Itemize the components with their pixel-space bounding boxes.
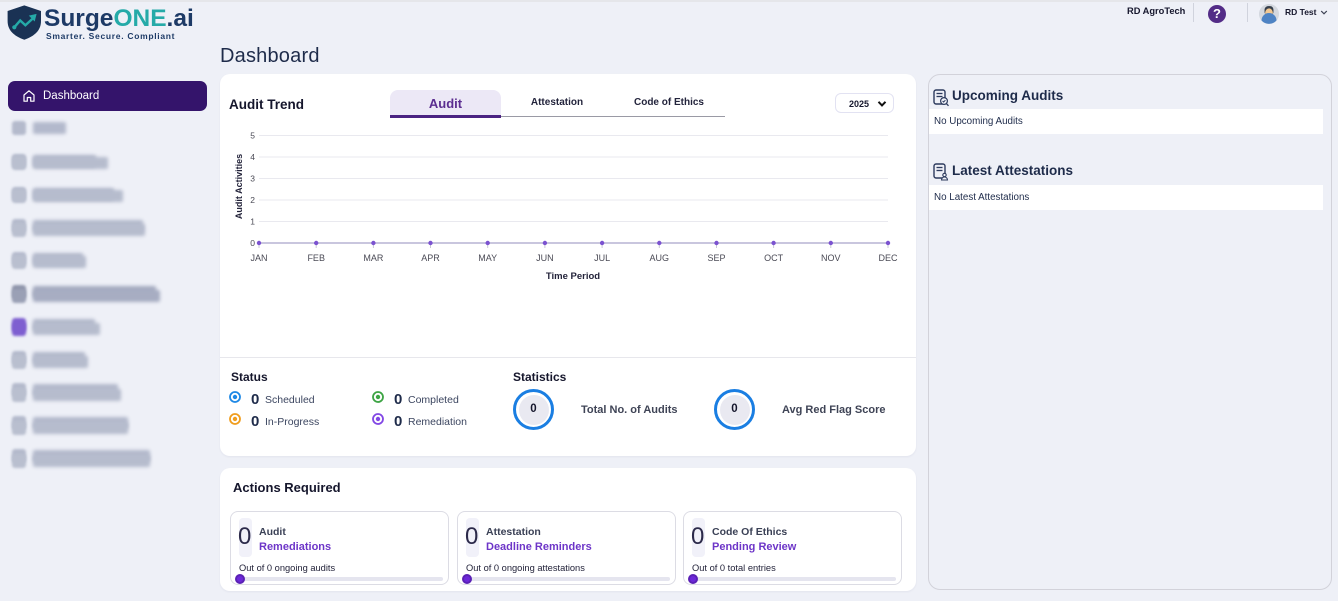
svg-text:2: 2 xyxy=(250,195,255,205)
svg-text:MAY: MAY xyxy=(478,253,497,263)
svg-text:DEC: DEC xyxy=(878,253,898,263)
svg-text:0: 0 xyxy=(250,238,255,248)
svg-text:APR: APR xyxy=(421,253,440,263)
svg-text:JUL: JUL xyxy=(594,253,610,263)
svg-text:3: 3 xyxy=(250,174,255,184)
svg-text:JAN: JAN xyxy=(250,253,267,263)
svg-text:AUG: AUG xyxy=(650,253,670,263)
svg-text:SEP: SEP xyxy=(707,253,725,263)
svg-text:Time Period: Time Period xyxy=(546,271,600,282)
svg-text:OCT: OCT xyxy=(764,253,784,263)
svg-text:4: 4 xyxy=(250,152,255,162)
svg-text:5: 5 xyxy=(250,131,255,141)
svg-text:JUN: JUN xyxy=(536,253,554,263)
svg-text:1: 1 xyxy=(250,217,255,227)
svg-text:FEB: FEB xyxy=(307,253,325,263)
svg-text:Audit Activities: Audit Activities xyxy=(234,154,244,219)
svg-text:MAR: MAR xyxy=(363,253,384,263)
svg-text:NOV: NOV xyxy=(821,253,841,263)
